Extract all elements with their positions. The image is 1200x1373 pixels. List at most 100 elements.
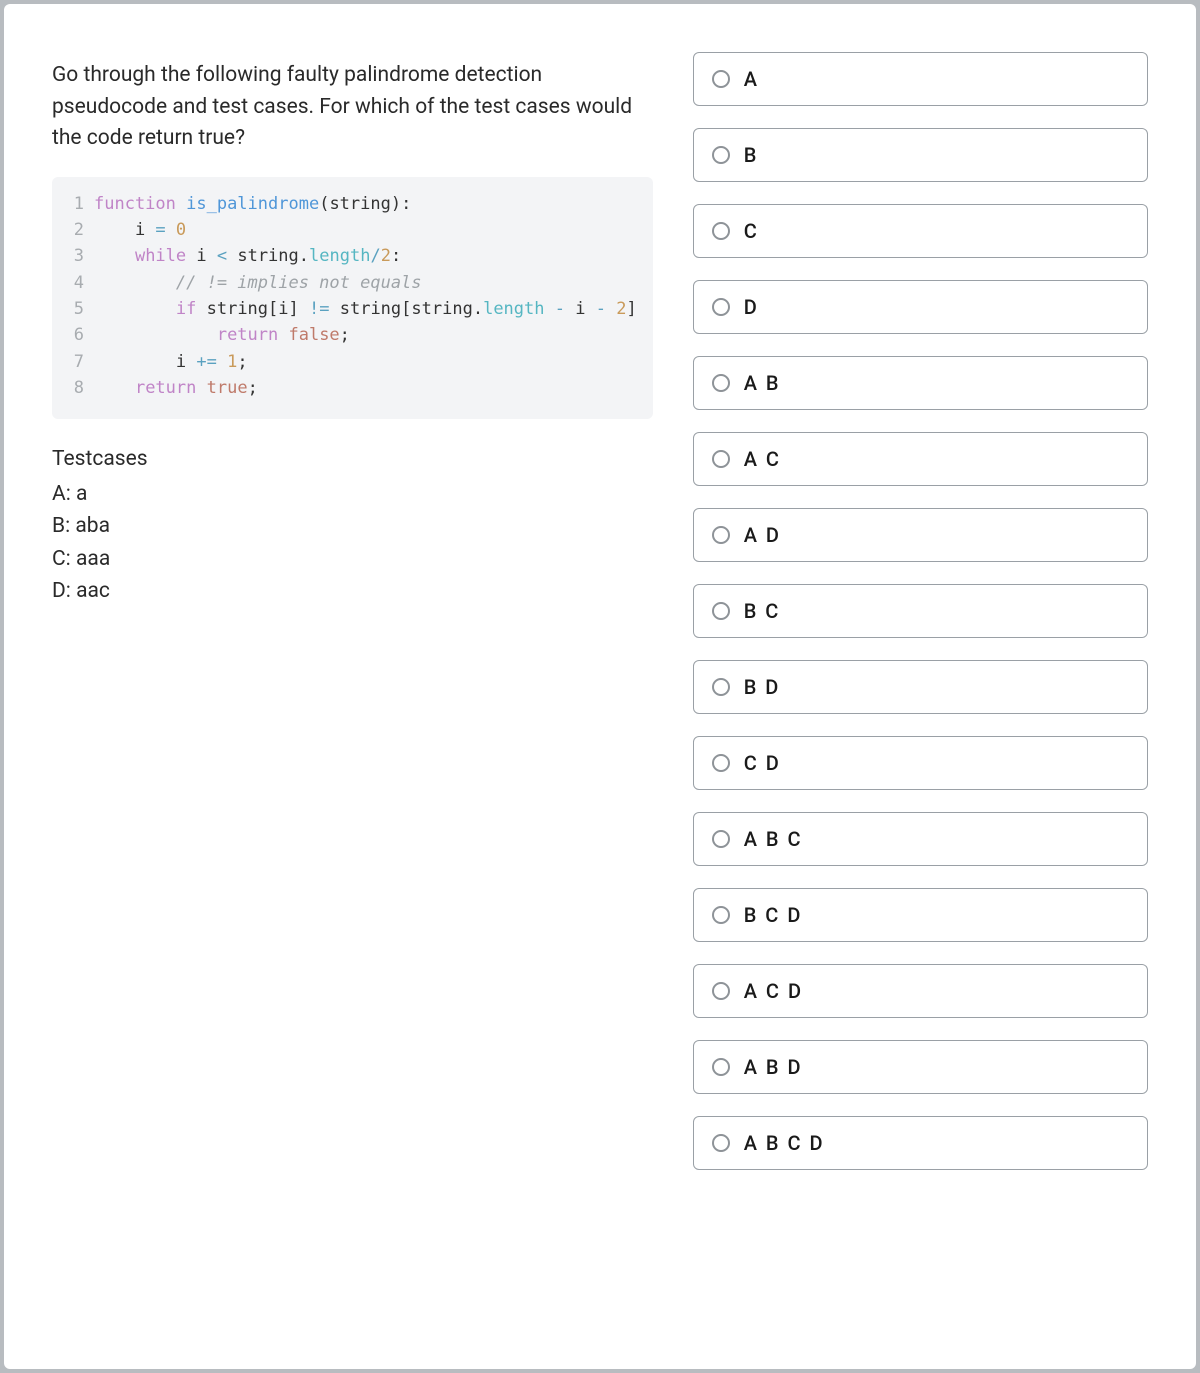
code-line: 1function is_palindrome(string): — [62, 191, 637, 217]
testcase-label: A: — [52, 482, 71, 506]
code-content: return false; — [94, 322, 350, 348]
testcase-label: D: — [52, 579, 71, 603]
code-line: 6 return false; — [62, 322, 637, 348]
code-token: string — [340, 299, 401, 319]
answer-option[interactable]: A — [693, 52, 1148, 106]
option-label: B C D — [744, 903, 803, 927]
code-line: 2 i = 0 — [62, 217, 637, 243]
answer-option[interactable]: B D — [693, 660, 1148, 714]
radio-icon — [712, 982, 730, 1000]
option-label: A B C D — [744, 1131, 825, 1155]
testcase-value: aba — [70, 514, 110, 538]
option-label: B C — [744, 599, 781, 623]
code-token: - — [545, 299, 576, 319]
code-token: i — [278, 299, 288, 319]
testcases-title: Testcases — [52, 443, 653, 476]
testcases-section: Testcases A: aB: abaC: aaaD: aac — [52, 443, 653, 608]
code-token: ] — [289, 299, 309, 319]
option-label: A — [744, 67, 759, 91]
code-token: is_palindrome — [186, 194, 319, 214]
code-token: i — [575, 299, 585, 319]
code-content: while i < string.length/2: — [94, 243, 401, 269]
radio-icon — [712, 70, 730, 88]
code-token — [94, 299, 176, 319]
answer-option[interactable]: C D — [693, 736, 1148, 790]
testcase-line: C: aaa — [52, 543, 653, 576]
testcase-line: D: aac — [52, 575, 653, 608]
option-label: A B C — [744, 827, 803, 851]
testcase-label: B: — [52, 514, 70, 538]
code-token: ): — [391, 194, 411, 214]
code-token: string — [329, 194, 390, 214]
code-token: / — [370, 246, 380, 266]
code-content: i += 1; — [94, 349, 248, 375]
code-token: [ — [268, 299, 278, 319]
code-token: false — [288, 325, 339, 345]
answer-option[interactable]: B — [693, 128, 1148, 182]
question-column: Go through the following faulty palindro… — [52, 52, 653, 1329]
answer-option[interactable]: A C D — [693, 964, 1148, 1018]
code-block: 1function is_palindrome(string):2 i = 03… — [52, 177, 653, 420]
option-label: A B — [744, 371, 781, 395]
code-token: ] — [626, 299, 636, 319]
code-token: while — [135, 246, 196, 266]
code-content: return true; — [94, 375, 258, 401]
answer-option[interactable]: A C — [693, 432, 1148, 486]
code-token: true — [207, 378, 248, 398]
code-token: length — [483, 299, 544, 319]
testcase-value: a — [71, 482, 88, 506]
code-content: // != implies not equals — [94, 270, 422, 296]
answer-option[interactable]: A D — [693, 508, 1148, 562]
radio-icon — [712, 1134, 730, 1152]
code-token — [94, 273, 176, 293]
radio-icon — [712, 146, 730, 164]
testcase-value: aac — [71, 579, 110, 603]
line-number: 6 — [62, 322, 84, 348]
answer-option[interactable]: A B C — [693, 812, 1148, 866]
answer-option[interactable]: B C — [693, 584, 1148, 638]
answer-option[interactable]: A B — [693, 356, 1148, 410]
code-content: i = 0 — [94, 217, 186, 243]
answer-option[interactable]: A B C D — [693, 1116, 1148, 1170]
code-token: ; — [340, 325, 350, 345]
code-token: function — [94, 194, 186, 214]
testcase-line: A: a — [52, 478, 653, 511]
code-token: 0 — [176, 220, 186, 240]
option-label: A B D — [744, 1055, 803, 1079]
answer-option[interactable]: D — [693, 280, 1148, 334]
testcase-line: B: aba — [52, 510, 653, 543]
answer-option[interactable]: C — [693, 204, 1148, 258]
answer-option[interactable]: B C D — [693, 888, 1148, 942]
code-token: . — [473, 299, 483, 319]
radio-icon — [712, 1058, 730, 1076]
code-token: != — [309, 299, 340, 319]
line-number: 8 — [62, 375, 84, 401]
code-token — [94, 325, 217, 345]
option-label: A C — [744, 447, 781, 471]
quiz-page: Go through the following faulty palindro… — [4, 4, 1196, 1369]
code-token: string — [237, 246, 298, 266]
code-token: return — [217, 325, 289, 345]
code-token: [ — [401, 299, 411, 319]
code-token: 2 — [381, 246, 391, 266]
line-number: 5 — [62, 296, 84, 322]
radio-icon — [712, 222, 730, 240]
line-number: 3 — [62, 243, 84, 269]
code-token: i — [196, 246, 216, 266]
code-token: return — [135, 378, 207, 398]
code-token: : — [391, 246, 401, 266]
code-line: 8 return true; — [62, 375, 637, 401]
option-label: D — [744, 295, 759, 319]
testcase-value: aaa — [71, 547, 110, 571]
radio-icon — [712, 906, 730, 924]
code-token: 2 — [616, 299, 626, 319]
code-line: 7 i += 1; — [62, 349, 637, 375]
code-token: i — [94, 220, 155, 240]
question-prompt: Go through the following faulty palindro… — [52, 60, 653, 155]
radio-icon — [712, 526, 730, 544]
answer-option[interactable]: A B D — [693, 1040, 1148, 1094]
code-token: ( — [319, 194, 329, 214]
code-token: i — [94, 352, 196, 372]
code-token: ; — [237, 352, 247, 372]
options-column: A BC D A B A C A D B C B D C D A B C B C D A C D A B… — [693, 52, 1148, 1329]
